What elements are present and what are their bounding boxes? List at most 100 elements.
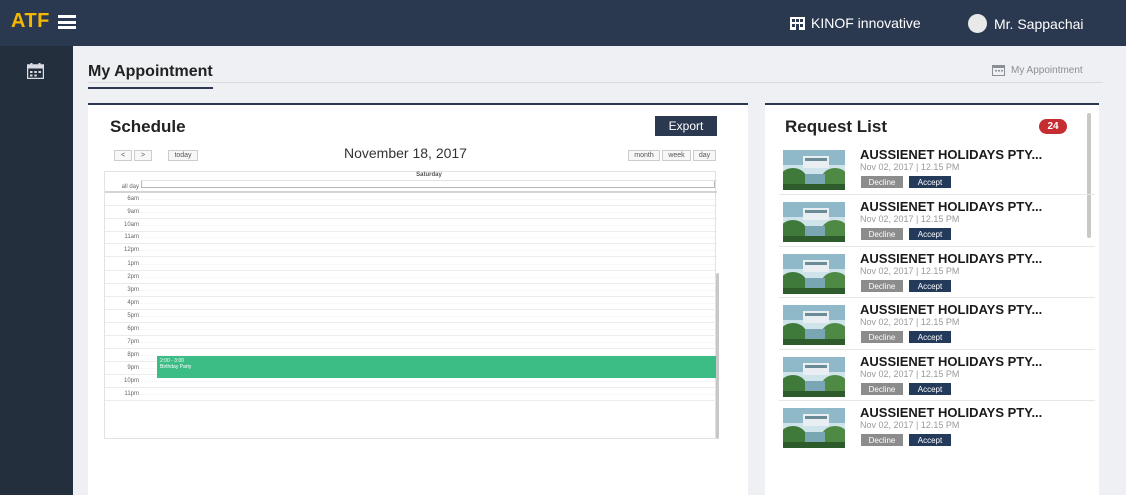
user-menu[interactable]: Mr. Sappachai (968, 14, 1084, 33)
accept-button[interactable]: Accept (909, 331, 951, 343)
all-day-slot[interactable] (141, 181, 715, 188)
company-name: KINOF innovative (811, 15, 921, 31)
header-divider (88, 82, 1103, 83)
time-slot-row[interactable]: 9am (105, 206, 717, 219)
time-slot-label: 9am (127, 209, 139, 215)
decline-button[interactable]: Decline (861, 434, 903, 446)
day-view-button[interactable]: day (693, 150, 716, 161)
day-header: Saturday (141, 172, 717, 181)
half-hour-divider (141, 199, 715, 200)
calendar-grid: Saturday all day 6am 9am 10am 11am 12pm 1pm 2p… (104, 171, 717, 439)
request-list-scrollbar[interactable] (1087, 113, 1091, 238)
time-slot-label: 7pm (127, 339, 139, 345)
request-list-panel: Request List 24 AUSSIENET HOLIDAYS PTY..… (765, 103, 1099, 495)
time-slot-row[interactable]: 11am (105, 231, 717, 244)
request-name[interactable]: AUSSIENET HOLIDAYS PTY... (860, 354, 1042, 369)
request-divider (779, 194, 1095, 195)
request-divider (779, 297, 1095, 298)
tour-thumbnail (783, 202, 845, 242)
request-divider (779, 349, 1095, 350)
request-name[interactable]: AUSSIENET HOLIDAYS PTY... (860, 251, 1042, 266)
time-slot-label: 11pm (124, 391, 139, 397)
request-date: Nov 02, 2017 | 12.15 PM (860, 214, 960, 224)
request-item[interactable]: AUSSIENET HOLIDAYS PTY... Nov 02, 2017 | … (783, 354, 1083, 406)
request-list-title: Request List (785, 117, 888, 136)
calendar-icon[interactable] (27, 63, 44, 79)
menu-icon[interactable] (58, 15, 76, 29)
time-slot-label: 5pm (127, 313, 139, 319)
request-item[interactable]: AUSSIENET HOLIDAYS PTY... Nov 02, 2017 | … (783, 302, 1083, 354)
time-slot-row[interactable]: 6pm (105, 323, 717, 336)
breadcrumb: My Appointment (992, 64, 1083, 76)
next-button[interactable]: > (134, 150, 152, 161)
time-slot-row[interactable]: 11pm (105, 388, 717, 401)
request-count-badge: 24 (1039, 119, 1067, 134)
time-slot-row[interactable]: 4pm (105, 297, 717, 310)
event-title: Birthday Party (160, 364, 192, 370)
request-name[interactable]: AUSSIENET HOLIDAYS PTY... (860, 405, 1042, 420)
time-slot-row[interactable]: 7pm (105, 336, 717, 349)
prev-button[interactable]: < (114, 150, 132, 161)
request-date: Nov 02, 2017 | 12.15 PM (860, 317, 960, 327)
request-date: Nov 02, 2017 | 12.15 PM (860, 420, 960, 430)
half-hour-divider (141, 394, 715, 395)
request-divider (779, 400, 1095, 401)
time-slot-row[interactable]: 12pm (105, 244, 717, 257)
accept-button[interactable]: Accept (909, 280, 951, 292)
brand-logo[interactable]: ATF (11, 10, 50, 33)
request-item[interactable]: AUSSIENET HOLIDAYS PTY... Nov 02, 2017 | … (783, 405, 1083, 457)
half-hour-divider (141, 329, 715, 330)
all-day-label: all day (121, 184, 139, 190)
time-slot-label: 11am (124, 234, 139, 240)
time-slot-row[interactable]: 5pm (105, 310, 717, 323)
request-name[interactable]: AUSSIENET HOLIDAYS PTY... (860, 199, 1042, 214)
avatar (968, 14, 987, 33)
all-day-row[interactable]: all day (105, 181, 717, 193)
today-button[interactable]: today (168, 150, 198, 161)
time-slot-row[interactable]: 2pm (105, 271, 717, 284)
request-item[interactable]: AUSSIENET HOLIDAYS PTY... Nov 02, 2017 | … (783, 251, 1083, 303)
schedule-panel: Schedule Export < > today November 18, 2… (88, 103, 748, 495)
half-hour-divider (141, 264, 715, 265)
calendar-event[interactable]: 2:00 - 3:00 Birthday Party (157, 356, 717, 378)
request-date: Nov 02, 2017 | 12.15 PM (860, 369, 960, 379)
time-slot-row[interactable]: 1pm (105, 258, 717, 271)
breadcrumb-label[interactable]: My Appointment (1011, 65, 1083, 76)
accept-button[interactable]: Accept (909, 228, 951, 240)
decline-button[interactable]: Decline (861, 383, 903, 395)
request-date: Nov 02, 2017 | 12.15 PM (860, 266, 960, 276)
time-slot-label: 6pm (127, 326, 139, 332)
company-selector[interactable]: KINOF innovative (790, 15, 921, 31)
building-icon (790, 16, 805, 30)
request-date: Nov 02, 2017 | 12.15 PM (860, 162, 960, 172)
half-hour-divider (141, 342, 715, 343)
decline-button[interactable]: Decline (861, 176, 903, 188)
time-slot-label: 8pm (127, 352, 139, 358)
calendar-date-title: November 18, 2017 (344, 145, 467, 161)
request-name[interactable]: AUSSIENET HOLIDAYS PTY... (860, 147, 1042, 162)
half-hour-divider (141, 277, 715, 278)
time-slot-row[interactable]: 6am (105, 193, 717, 206)
decline-button[interactable]: Decline (861, 331, 903, 343)
accept-button[interactable]: Accept (909, 383, 951, 395)
week-view-button[interactable]: week (662, 150, 691, 161)
tour-thumbnail (783, 254, 845, 294)
decline-button[interactable]: Decline (861, 280, 903, 292)
time-slot-row[interactable]: 3pm (105, 284, 717, 297)
calendar-scrollbar[interactable] (716, 273, 719, 439)
accept-button[interactable]: Accept (909, 434, 951, 446)
decline-button[interactable]: Decline (861, 228, 903, 240)
export-button[interactable]: Export (655, 116, 717, 136)
half-hour-divider (141, 290, 715, 291)
request-name[interactable]: AUSSIENET HOLIDAYS PTY... (860, 302, 1042, 317)
half-hour-divider (141, 225, 715, 226)
top-bar: ATF KINOF innovative Mr. Sappachai (0, 0, 1126, 46)
request-item[interactable]: AUSSIENET HOLIDAYS PTY... Nov 02, 2017 | … (783, 199, 1083, 251)
tour-thumbnail (783, 150, 845, 190)
month-view-button[interactable]: month (628, 150, 660, 161)
accept-button[interactable]: Accept (909, 176, 951, 188)
time-slot-label: 10pm (123, 378, 139, 384)
time-slot-label: 9pm (127, 365, 139, 371)
request-item[interactable]: AUSSIENET HOLIDAYS PTY... Nov 02, 2017 | … (783, 147, 1083, 199)
half-hour-divider (141, 381, 715, 382)
